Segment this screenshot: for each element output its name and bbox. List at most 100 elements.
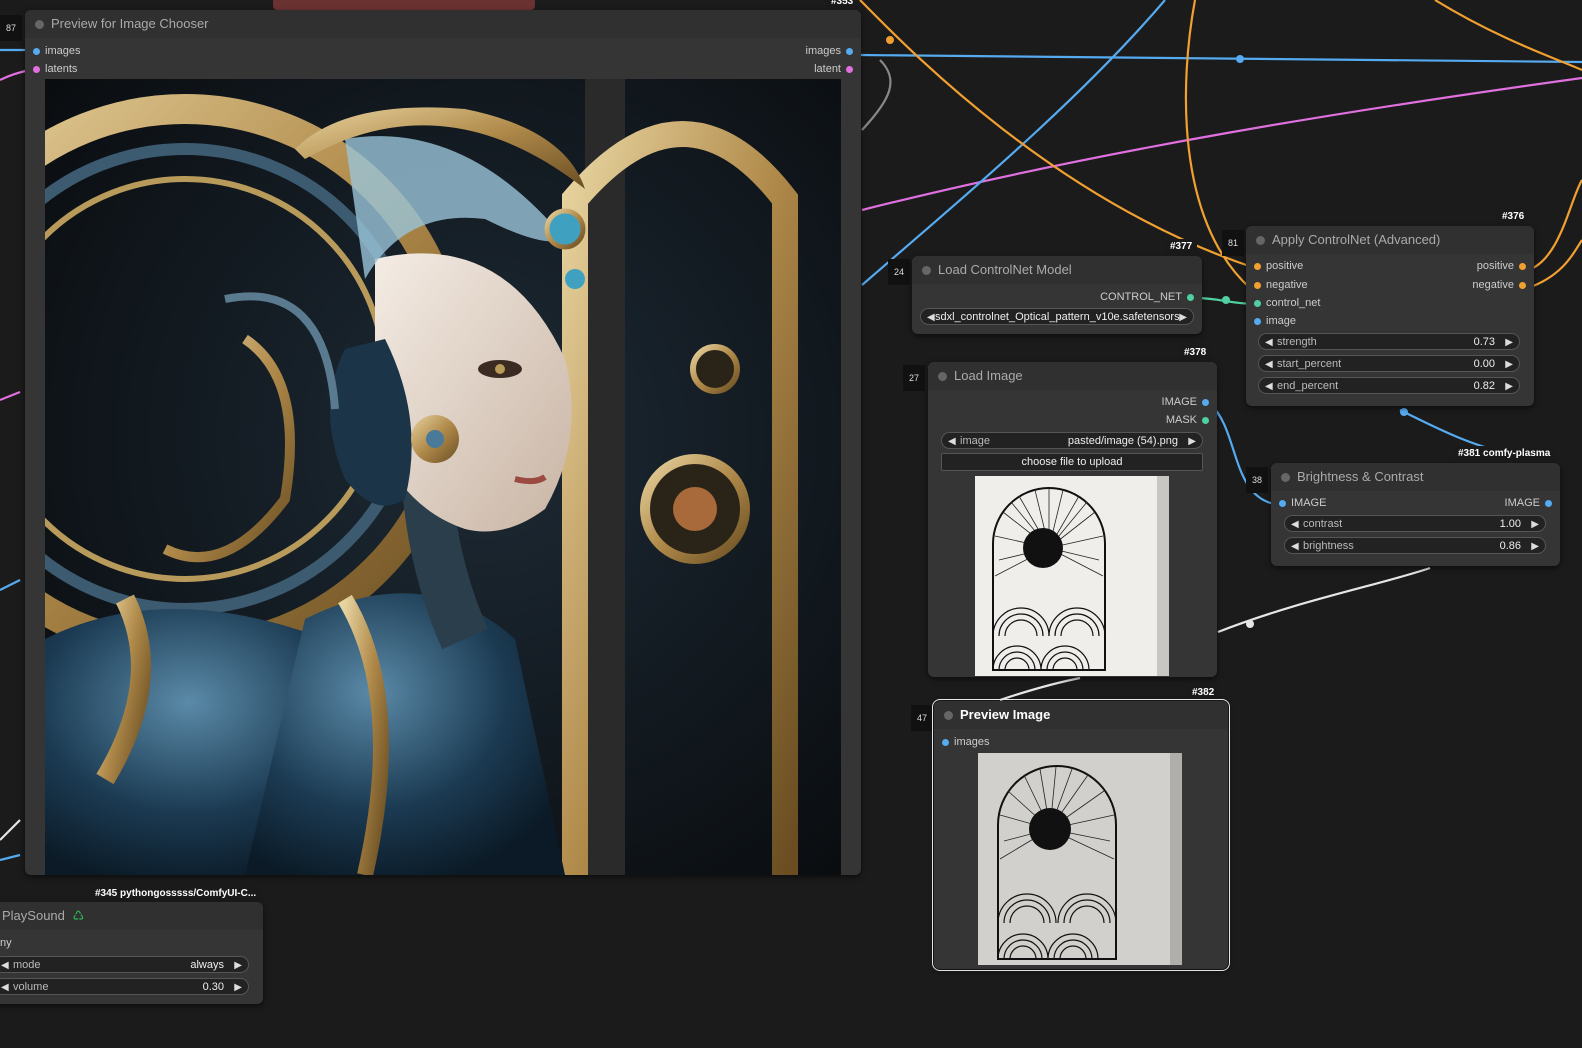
start-percent-slider[interactable]: ◀ start_percent 0.00 ▶ [1258, 355, 1520, 372]
collapse-dot[interactable] [922, 266, 931, 275]
widget-label: start_percent [1277, 358, 1342, 370]
node-title-bar[interactable]: Apply ControlNet (Advanced) [1246, 226, 1534, 254]
wire-blue-top [859, 53, 1582, 64]
wire-white2 [999, 676, 1081, 702]
mode-combo[interactable]: ◀ mode always ▶ [0, 956, 249, 973]
arrow-left-icon[interactable]: ◀ [948, 433, 956, 450]
pin-icon [33, 65, 40, 73]
input-slot-image[interactable]: IMAGE [1274, 497, 1326, 509]
output-slot-latent[interactable]: latent [814, 63, 858, 75]
collapse-dot[interactable] [35, 20, 44, 29]
node-badge: #381 comfy-plasma [1453, 446, 1556, 461]
load-image-thumbnail[interactable] [975, 476, 1169, 676]
brightness-contrast-node[interactable]: Brightness & Contrast IMAGE IMAGE ◀ cont… [1271, 463, 1560, 566]
output-slot-image[interactable]: IMAGE [1505, 497, 1557, 509]
arrow-right-icon[interactable]: ▶ [1179, 309, 1187, 326]
node-badge: #353 [826, 0, 859, 9]
end-percent-slider[interactable]: ◀ end_percent 0.82 ▶ [1258, 377, 1520, 394]
node-title-bar[interactable]: Brightness & Contrast [1271, 463, 1560, 491]
collapse-dot[interactable] [938, 372, 947, 381]
widget-value: 1.00 [1499, 518, 1521, 530]
pin-icon [1519, 281, 1526, 289]
controlnet-name-combo[interactable]: ◀ sdxl_controlnet_Optical_pattern_v10e.s… [920, 308, 1194, 325]
apply-controlnet-node[interactable]: Apply ControlNet (Advanced) positive neg… [1246, 226, 1534, 406]
widget-value: 0.86 [1499, 540, 1521, 552]
collapse-dot[interactable] [1281, 473, 1290, 482]
brightness-slider[interactable]: ◀ brightness 0.86 ▶ [1284, 537, 1546, 554]
input-slot-images[interactable]: images [28, 45, 80, 57]
widget-label: contrast [1303, 518, 1343, 530]
node-title-bar[interactable]: Preview Image [934, 701, 1228, 729]
collapse-dot[interactable] [944, 711, 953, 720]
output-slot-control-net[interactable]: CONTROL_NET [1100, 291, 1199, 303]
node-title-bar[interactable]: Preview for Image Chooser [25, 10, 861, 38]
pin-icon [1545, 499, 1552, 507]
arrow-left-icon[interactable]: ◀ [1265, 378, 1273, 395]
output-slot-images[interactable]: images [806, 45, 858, 57]
arrow-left-icon[interactable]: ◀ [1265, 334, 1273, 351]
preview-output-thumbnail[interactable] [978, 753, 1182, 965]
slot-label: latents [45, 63, 78, 75]
choose-file-button[interactable]: choose file to upload [941, 453, 1203, 471]
input-slot-negative[interactable]: negative [1249, 279, 1308, 291]
arrow-left-icon[interactable]: ◀ [1291, 516, 1299, 533]
output-slot-negative[interactable]: negative [1472, 279, 1531, 291]
contrast-slider[interactable]: ◀ contrast 1.00 ▶ [1284, 515, 1546, 532]
playsound-node[interactable]: PlaySound ♺ ny ◀ mode always ▶ ◀ volume … [0, 902, 263, 1004]
arrow-left-icon[interactable]: ◀ [1291, 538, 1299, 555]
node-title-bar[interactable]: PlaySound ♺ [0, 902, 263, 930]
output-slot-positive[interactable]: positive [1477, 260, 1531, 272]
output-slot-image[interactable]: IMAGE [1162, 396, 1214, 408]
node-title: PlaySound [2, 908, 65, 923]
preview-image-biomech-portrait[interactable] [45, 79, 841, 875]
arrow-right-icon[interactable]: ▶ [1505, 378, 1513, 395]
strength-slider[interactable]: ◀ strength 0.73 ▶ [1258, 333, 1520, 350]
input-slot-control-net[interactable]: control_net [1249, 297, 1320, 309]
arrow-left-icon[interactable]: ◀ [927, 309, 935, 326]
group-header-bar[interactable] [273, 0, 535, 10]
pin-icon [846, 47, 853, 55]
arrow-right-icon[interactable]: ▶ [1531, 516, 1539, 533]
arrow-right-icon[interactable]: ▶ [1188, 433, 1196, 450]
arrow-right-icon[interactable]: ▶ [1531, 538, 1539, 555]
wire-blue-left3 [0, 579, 21, 591]
node-id-tag: 38 [1246, 467, 1268, 493]
pin-icon [1279, 499, 1286, 507]
arrow-left-icon[interactable]: ◀ [1, 957, 9, 974]
input-slot-image[interactable]: image [1249, 315, 1296, 327]
node-id-tag: 87 [0, 15, 22, 41]
reroute-dot [1236, 55, 1244, 63]
slot-label: IMAGE [1161, 396, 1197, 408]
node-title: Preview for Image Chooser [51, 16, 209, 31]
arrow-right-icon[interactable]: ▶ [1505, 356, 1513, 373]
widget-label: brightness [1303, 540, 1354, 552]
wire-pink-left2 [0, 390, 21, 402]
arrow-right-icon[interactable]: ▶ [234, 979, 242, 996]
arrow-right-icon[interactable]: ▶ [234, 957, 242, 974]
image-chooser-node[interactable]: Preview for Image Chooser images latents… [25, 10, 861, 875]
input-slot-latents[interactable]: latents [28, 63, 77, 75]
slot-label: images [954, 736, 990, 748]
input-slot-any[interactable]: ny [0, 937, 12, 949]
preview-image-node[interactable]: Preview Image images [932, 699, 1230, 971]
pin-icon [1254, 317, 1261, 325]
image-file-combo[interactable]: ◀ image pasted/image (54).png ▶ [941, 432, 1203, 449]
load-image-node[interactable]: Load Image IMAGE MASK ◀ image pasted/ima… [928, 362, 1217, 677]
node-title-bar[interactable]: Load ControlNet Model [912, 256, 1202, 284]
slot-label: negative [1266, 279, 1308, 291]
pin-icon [1519, 262, 1526, 270]
collapse-dot[interactable] [1256, 236, 1265, 245]
input-slot-images[interactable]: images [937, 736, 989, 748]
node-title-bar[interactable]: Load Image [928, 362, 1217, 390]
volume-slider[interactable]: ◀ volume 0.30 ▶ [0, 978, 249, 995]
load-controlnet-node[interactable]: Load ControlNet Model CONTROL_NET ◀ sdxl… [912, 256, 1202, 334]
output-slot-mask[interactable]: MASK [1166, 414, 1214, 426]
reroute-dot [1246, 620, 1254, 628]
pin-icon [1254, 262, 1261, 270]
input-slot-positive[interactable]: positive [1249, 260, 1303, 272]
widget-value: 0.00 [1473, 358, 1495, 370]
arrow-right-icon[interactable]: ▶ [1505, 334, 1513, 351]
wire-gray [861, 59, 892, 131]
arrow-left-icon[interactable]: ◀ [1, 979, 9, 996]
arrow-left-icon[interactable]: ◀ [1265, 356, 1273, 373]
